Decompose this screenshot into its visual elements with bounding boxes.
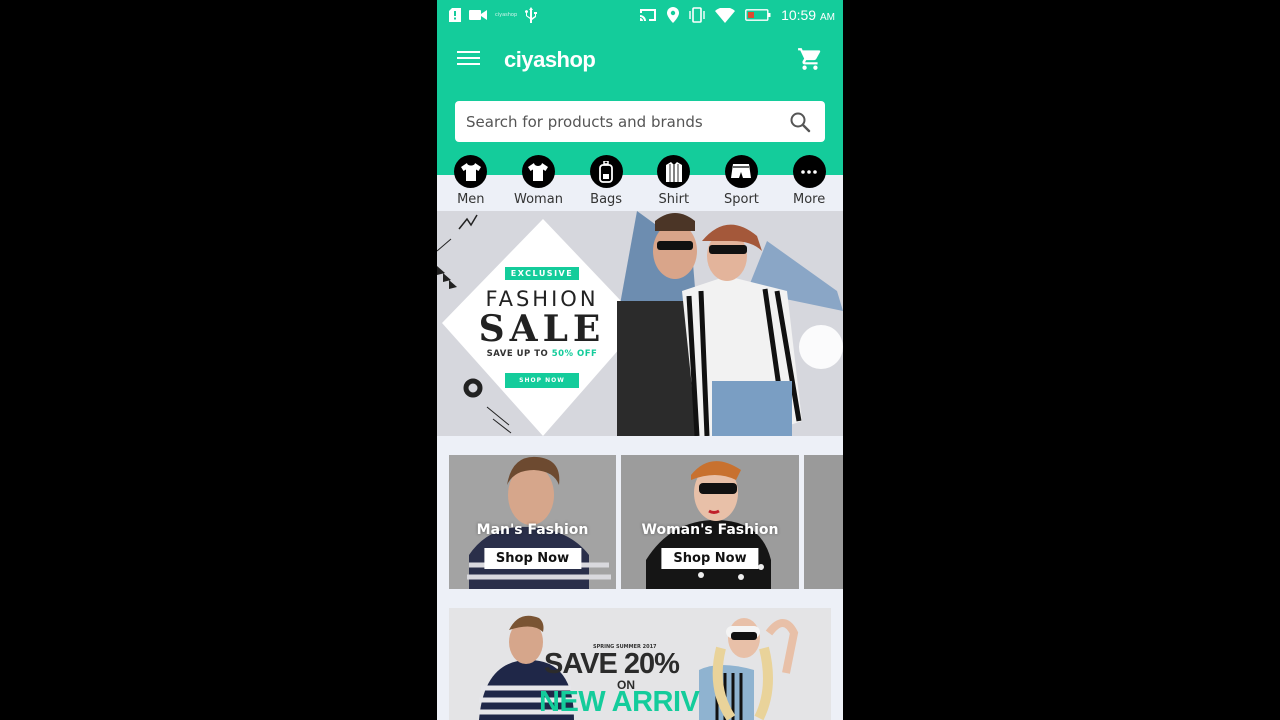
location-icon — [667, 7, 680, 23]
save-prefix: SAVE UP TO — [486, 349, 549, 359]
tshirt-icon — [460, 162, 481, 181]
category-icon-circle — [454, 155, 488, 188]
category-men[interactable]: Men — [437, 155, 504, 211]
category-shirt[interactable]: Shirt — [640, 155, 707, 211]
more-icon — [801, 169, 817, 174]
search-bar — [455, 101, 825, 142]
promo-headline: SAVE 20% — [544, 648, 680, 680]
search-button[interactable] — [789, 111, 811, 133]
save-highlight: 50% OFF — [551, 349, 598, 359]
clock-time: 10:59 — [781, 7, 817, 23]
status-bar: ciyashop 10:59 AM — [437, 0, 843, 30]
shorts-icon — [731, 163, 752, 178]
fashion-banner-carousel: Man's Fashion Shop Now Woman's Fashion S… — [449, 455, 843, 589]
shop-now-button[interactable]: Shop Now — [483, 548, 582, 569]
wifi-icon — [715, 7, 736, 23]
category-label: Bags — [590, 192, 623, 207]
category-more[interactable]: More — [776, 155, 843, 211]
category-label: More — [792, 192, 826, 207]
category-bags[interactable]: Bags — [573, 155, 640, 211]
shirt-icon — [665, 161, 682, 182]
hero-save-text: SAVE UP TO 50% OFF — [487, 349, 598, 359]
app-bar: ciyashop — [437, 30, 843, 175]
banner-title: Woman's Fashion — [641, 522, 779, 538]
hero-banner[interactable]: EXCLUSIVE FASHION SALE SAVE UP TO 50% OF… — [437, 211, 843, 436]
usb-icon — [525, 7, 538, 23]
hero-title-line2: SALE — [478, 308, 606, 350]
tshirt-icon — [528, 162, 549, 181]
banner-title: Man's Fashion — [476, 522, 589, 538]
shopping-cart-icon — [798, 48, 821, 70]
category-bar: Men Woman Bags Shirt Sport More — [437, 155, 843, 211]
category-woman[interactable]: Woman — [505, 155, 572, 211]
clock: 10:59 AM — [781, 7, 835, 23]
category-icon-circle — [724, 155, 758, 188]
hero-text: EXCLUSIVE FASHION SALE SAVE UP TO 50% OF… — [437, 211, 647, 436]
next-fashion-banner[interactable] — [804, 455, 843, 589]
search-input[interactable] — [466, 112, 766, 131]
promo-banner[interactable]: SPRING SUMMER 2017 SAVE 20% ON NEW ARRIV — [449, 608, 831, 720]
search-icon — [790, 112, 811, 133]
phone-screen: ciyashop 10:59 AM ciyashop Search for pr… — [437, 0, 843, 720]
mens-fashion-banner[interactable]: Man's Fashion Shop Now — [449, 455, 616, 589]
category-label: Sport — [724, 192, 759, 207]
category-icon-circle — [657, 155, 691, 188]
hamburger-icon-line — [457, 57, 480, 59]
category-label: Men — [457, 192, 485, 207]
video-camera-icon — [469, 10, 487, 20]
hero-shop-now-button[interactable]: SHOP NOW — [505, 373, 579, 388]
category-label: Woman — [514, 192, 563, 207]
cast-icon — [640, 9, 657, 21]
category-label: Shirt — [658, 192, 690, 207]
promo-highlight: NEW ARRIV — [539, 686, 700, 718]
category-icon-circle — [521, 155, 555, 188]
hamburger-icon — [457, 51, 480, 53]
menu-button[interactable] — [457, 51, 481, 69]
cart-button[interactable] — [797, 46, 823, 72]
exclusive-badge: EXCLUSIVE — [504, 267, 580, 280]
clock-suffix: AM — [820, 12, 835, 23]
backpack-icon — [599, 160, 614, 183]
battery-icon — [745, 9, 771, 21]
hamburger-icon-line — [457, 63, 480, 65]
category-icon-circle — [792, 155, 826, 188]
shop-now-button[interactable]: Shop Now — [661, 548, 759, 569]
category-sport[interactable]: Sport — [708, 155, 775, 211]
notification-app-text: ciyashop — [495, 12, 518, 18]
category-icon-circle — [589, 155, 623, 188]
womens-fashion-banner[interactable]: Woman's Fashion Shop Now — [621, 455, 799, 589]
vibrate-icon — [689, 7, 705, 23]
sd-card-alert-icon — [449, 8, 461, 22]
app-logo[interactable]: ciyashop — [504, 47, 596, 73]
